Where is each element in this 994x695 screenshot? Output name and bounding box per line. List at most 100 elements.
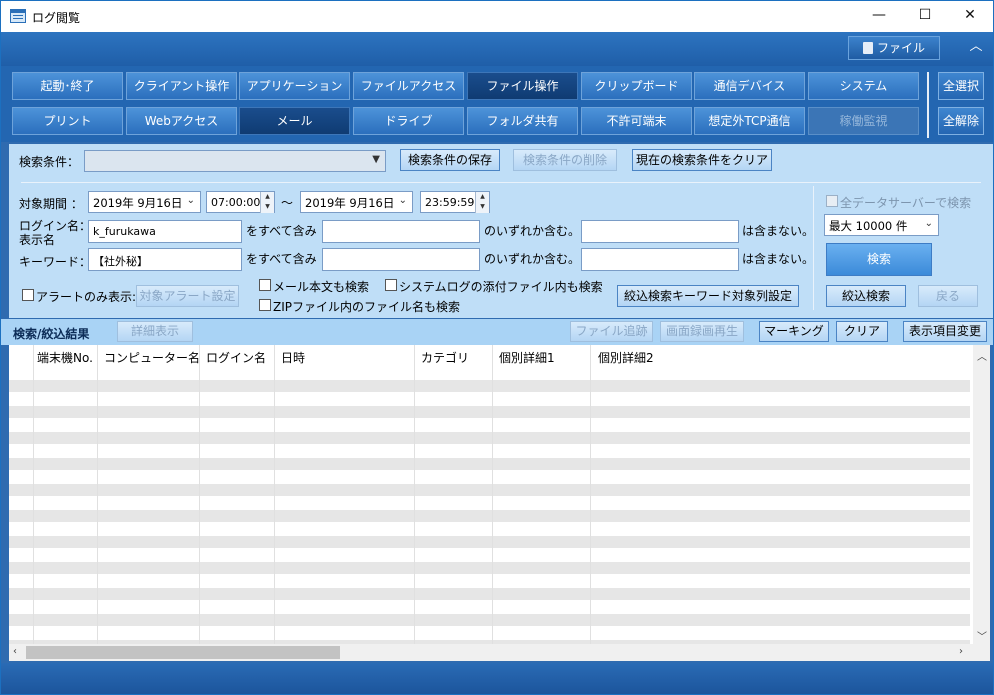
table-row[interactable] (9, 601, 970, 613)
screen-replay-button: 画面録画再生 (660, 321, 744, 342)
select-all-button[interactable]: 全選択 (938, 72, 984, 100)
column-header-datetime[interactable]: 日時 (281, 349, 305, 366)
save-condition-button[interactable]: 検索条件の保存 (400, 149, 500, 171)
column-header-detail-2[interactable]: 個別詳細2 (598, 349, 654, 366)
scroll-right-icon[interactable]: › (959, 646, 963, 657)
tab-application[interactable]: アプリケーション (239, 72, 350, 100)
column-divider (33, 345, 34, 644)
scroll-left-icon[interactable]: ‹ (13, 646, 17, 657)
keyword-contains-all-label: をすべて含み (246, 252, 317, 266)
tab-system[interactable]: システム (808, 72, 919, 100)
table-row[interactable] (9, 614, 970, 626)
mail-body-checkbox[interactable] (259, 279, 271, 291)
search-condition-select[interactable]: ▼ (84, 150, 386, 172)
tab-startup[interactable]: 起動･終了 (12, 72, 123, 100)
time-spinner-icon[interactable]: ▲ ▼ (475, 192, 489, 213)
start-time-field[interactable]: 07:00:00 ▲ ▼ (206, 191, 275, 213)
tab-unexpected-tcp[interactable]: 想定外TCP通信 (694, 107, 805, 135)
zip-name-label: ZIPファイル内のファイル名も検索 (273, 300, 460, 314)
tab-file-access[interactable]: ファイルアクセス (353, 72, 464, 100)
table-row[interactable] (9, 562, 970, 574)
deselect-all-button[interactable]: 全解除 (938, 107, 984, 135)
table-row[interactable] (9, 432, 970, 444)
tab-client-ops[interactable]: クライアント操作 (126, 72, 237, 100)
table-row[interactable] (9, 484, 970, 496)
column-divider (97, 345, 98, 644)
table-row[interactable] (9, 510, 970, 522)
column-divider (274, 345, 275, 644)
clear-condition-button[interactable]: 現在の検索条件をクリア (632, 149, 772, 171)
keyword-field[interactable]: 【社外秘】 (88, 248, 242, 271)
marking-button[interactable]: マーキング (759, 321, 829, 342)
maximize-button[interactable]: ☐ (902, 1, 948, 32)
clear-results-button[interactable]: クリア (836, 321, 888, 342)
keyword-exclude-field[interactable] (581, 248, 739, 271)
zip-name-checkbox[interactable] (259, 299, 271, 311)
results-title: 検索/絞込結果 (13, 327, 90, 341)
log-viewer-window: ログ閲覧 — ☐ ✕ ファイル ︿ 起動･終了 クライアント操作 アプリケーショ… (0, 0, 994, 695)
login-name-field[interactable]: k_furukawa (88, 220, 242, 243)
tab-mail[interactable]: メール (239, 107, 350, 135)
table-row[interactable] (9, 497, 970, 509)
column-header-computer-name[interactable]: コンピューター名 (104, 349, 200, 366)
tab-clipboard[interactable]: クリップボード (581, 72, 692, 100)
max-count-select[interactable]: 最大 10000 件 ⌄ (824, 214, 939, 236)
table-header: 端末機No. コンピューター名 ログイン名 日時 カテゴリ 個別詳細1 個別詳細… (9, 345, 973, 366)
column-header-detail-1[interactable]: 個別詳細1 (499, 349, 555, 366)
table-row[interactable] (9, 445, 970, 457)
mail-body-label: メール本文も検索 (273, 280, 370, 294)
alert-only-checkbox[interactable] (22, 289, 34, 301)
table-row[interactable] (9, 380, 970, 392)
close-button[interactable]: ✕ (947, 1, 993, 32)
table-row[interactable] (9, 419, 970, 431)
tab-print[interactable]: プリント (12, 107, 123, 135)
all-servers-label: 全データサーバーで検索 (840, 196, 972, 210)
tab-file-ops[interactable]: ファイル操作 (467, 72, 578, 100)
horizontal-scroll-thumb[interactable] (26, 646, 340, 659)
scroll-down-icon[interactable]: ﹀ (977, 628, 987, 643)
tab-drive[interactable]: ドライブ (353, 107, 464, 135)
tab-folder-share[interactable]: フォルダ共有 (467, 107, 578, 135)
not-contains-label: は含まない。 (742, 224, 815, 238)
end-time-field[interactable]: 23:59:59 ▲ ▼ (420, 191, 490, 213)
search-button[interactable]: 検索 (826, 243, 932, 276)
table-row[interactable] (9, 588, 970, 600)
keyword-any-field[interactable] (322, 248, 480, 271)
table-row[interactable] (9, 536, 970, 548)
start-date-picker[interactable]: 2019年 9月16日 ⌄ (88, 191, 201, 213)
tab-comm-device[interactable]: 通信デバイス (694, 72, 805, 100)
column-header-category[interactable]: カテゴリ (421, 349, 469, 366)
table-row[interactable] (9, 458, 970, 470)
file-trace-button: ファイル追跡 (570, 321, 653, 342)
vertical-scrollbar[interactable]: ︿ ﹀ (973, 345, 990, 644)
tab-web-access[interactable]: Webアクセス (126, 107, 237, 135)
minimize-button[interactable]: — (856, 1, 902, 32)
tab-unauthorized-terminal[interactable]: 不許可端末 (581, 107, 692, 135)
collapse-icon[interactable]: ︿ (968, 39, 984, 55)
syslog-attach-checkbox[interactable] (385, 279, 397, 291)
filter-keyword-columns-button[interactable]: 絞込検索キーワード対象列設定 (617, 285, 799, 307)
login-exclude-field[interactable] (581, 220, 739, 243)
column-header-login-name[interactable]: ログイン名 (206, 349, 266, 366)
table-row[interactable] (9, 523, 970, 535)
start-date-value: 2019年 9月16日 (93, 196, 183, 210)
table-row[interactable] (9, 406, 970, 418)
table-row[interactable] (9, 549, 970, 561)
file-menu-button[interactable]: ファイル (848, 36, 940, 60)
table-row[interactable] (9, 393, 970, 405)
scroll-up-icon[interactable]: ︿ (977, 348, 987, 363)
delete-condition-button: 検索条件の削除 (513, 149, 617, 171)
time-spinner-icon[interactable]: ▲ ▼ (260, 192, 274, 213)
column-header-terminal-no[interactable]: 端末機No. (37, 349, 93, 366)
login-any-field[interactable] (322, 220, 480, 243)
table-row[interactable] (9, 471, 970, 483)
end-date-picker[interactable]: 2019年 9月16日 ⌄ (300, 191, 413, 213)
search-vertical-divider (813, 186, 814, 310)
results-table[interactable]: 端末機No. コンピューター名 ログイン名 日時 カテゴリ 個別詳細1 個別詳細… (9, 345, 973, 644)
filter-search-button[interactable]: 絞込検索 (826, 285, 906, 307)
change-columns-button[interactable]: 表示項目変更 (903, 321, 987, 342)
table-row[interactable] (9, 575, 970, 587)
table-row[interactable] (9, 627, 970, 639)
column-divider (590, 345, 591, 644)
horizontal-scrollbar[interactable]: ‹ › (9, 644, 973, 661)
